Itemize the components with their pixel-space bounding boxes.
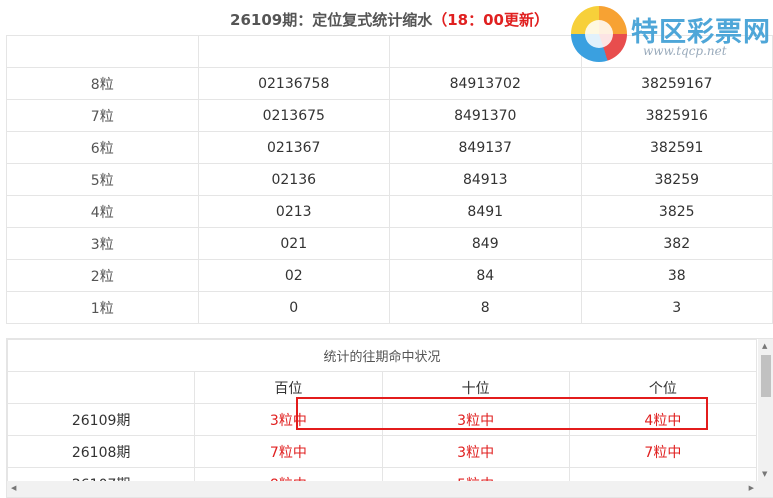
blank-cell [7,36,199,68]
cell-ge: 382 [581,228,773,260]
horizontal-scrollbar[interactable]: ◀ ▶ [7,481,773,497]
cell-shi: 84913 [390,164,582,196]
scroll-up-icon[interactable]: ▲ [762,342,767,350]
row-label: 3粒 [7,228,199,260]
row-label: 8粒 [7,68,199,100]
cell-shi: 8491 [390,196,582,228]
cell-bai: 02136758 [198,68,390,100]
table-row: 26108期 7粒中 3粒中 7粒中 [8,436,757,468]
header-shi: 十位 [382,372,569,404]
site-logo[interactable]: 特区彩票网 www.tqcp.net [571,6,771,64]
hit-bai: 3粒中 [195,404,382,436]
scroll-right-icon[interactable]: ▶ [749,484,754,492]
blank-cell [198,36,390,68]
cell-ge: 3 [581,292,773,324]
update-note: （18：00更新） [432,11,549,29]
cell-bai: 0213 [198,196,390,228]
cell-ge: 3825916 [581,100,773,132]
table-row: 4粒 0213 8491 3825 [7,196,773,228]
cell-bai: 02 [198,260,390,292]
table-row: 26109期 3粒中 3粒中 4粒中 [8,404,757,436]
cell-bai: 021367 [198,132,390,164]
table-row: 8粒 02136758 84913702 38259167 [7,68,773,100]
period-label: 26108期 [8,436,195,468]
period-label: 26109期 [8,404,195,436]
table-row: 2粒 02 84 38 [7,260,773,292]
scroll-left-icon[interactable]: ◀ [11,484,16,492]
hit-ge: 7粒中 [569,436,756,468]
stats-panel[interactable]: 统计的往期命中状况 百位 十位 个位 26109期 3粒中 3粒中 4粒中 26… [6,338,773,498]
table-row: 1粒 0 8 3 [7,292,773,324]
header-blank [8,372,195,404]
header-bai: 百位 [195,372,382,404]
stats-title: 统计的往期命中状况 [8,340,757,372]
table-row: 6粒 021367 849137 382591 [7,132,773,164]
cell-ge: 382591 [581,132,773,164]
cell-shi: 849 [390,228,582,260]
hit-shi: 3粒中 [382,436,569,468]
row-label: 6粒 [7,132,199,164]
blank-cell [390,36,582,68]
cell-shi: 849137 [390,132,582,164]
table-row: 3粒 021 849 382 [7,228,773,260]
cell-shi: 84 [390,260,582,292]
cell-bai: 0 [198,292,390,324]
row-label: 7粒 [7,100,199,132]
cell-bai: 0213675 [198,100,390,132]
cell-bai: 021 [198,228,390,260]
scroll-down-icon[interactable]: ▼ [762,470,767,478]
cell-ge: 3825 [581,196,773,228]
row-label: 5粒 [7,164,199,196]
title-text: 26109期：定位复式统计缩水 [230,11,432,29]
row-label: 1粒 [7,292,199,324]
row-label: 4粒 [7,196,199,228]
stats-table: 统计的往期命中状况 百位 十位 个位 26109期 3粒中 3粒中 4粒中 26… [7,339,757,498]
cell-shi: 8491370 [390,100,582,132]
scroll-thumb[interactable] [761,355,771,397]
cell-ge: 38259 [581,164,773,196]
header-ge: 个位 [569,372,756,404]
hit-ge: 4粒中 [569,404,756,436]
hit-shi: 3粒中 [382,404,569,436]
logo-swirl-icon [571,6,627,62]
row-label: 2粒 [7,260,199,292]
cell-ge: 38259167 [581,68,773,100]
table-row: 5粒 02136 84913 38259 [7,164,773,196]
cell-ge: 38 [581,260,773,292]
vertical-scrollbar[interactable]: ▲ ▼ [758,339,773,481]
stats-header-row: 百位 十位 个位 [8,372,757,404]
table-row: 7粒 0213675 8491370 3825916 [7,100,773,132]
cell-shi: 84913702 [390,68,582,100]
cell-shi: 8 [390,292,582,324]
cell-bai: 02136 [198,164,390,196]
logo-url: www.tqcp.net [643,44,727,58]
hit-bai: 7粒中 [195,436,382,468]
